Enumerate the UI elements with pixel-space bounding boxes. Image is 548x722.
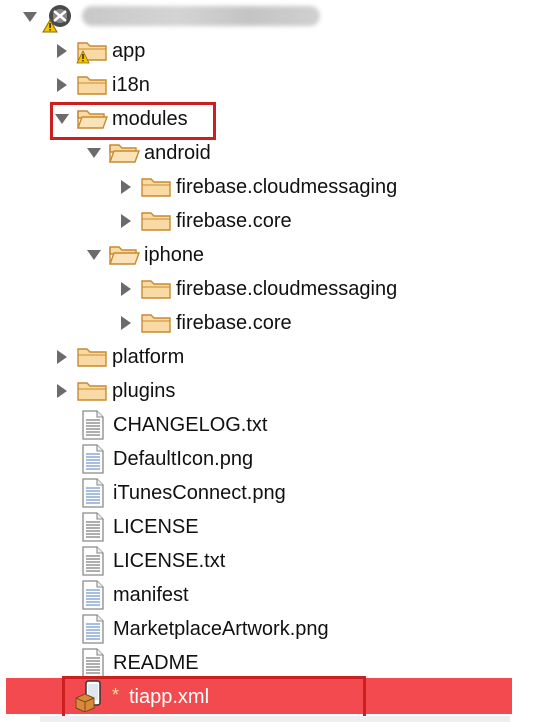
tree-item-label: iTunesConnect.png: [113, 482, 286, 504]
tree-row-iphone-cloudmessaging[interactable]: firebase.cloudmessaging: [0, 272, 548, 306]
tree-item-label: platform: [112, 346, 185, 368]
highlight-box-modules: [50, 102, 216, 140]
tree-row-iphone[interactable]: iphone: [0, 238, 548, 272]
tree-item-label: DefaultIcon.png: [113, 448, 254, 470]
chevron-down-icon[interactable]: [86, 247, 102, 263]
tree-row-marketplace[interactable]: MarketplaceArtwork.png: [0, 612, 548, 646]
tree-item-label: README: [113, 652, 199, 674]
tree-item-label: CHANGELOG.txt: [113, 414, 268, 436]
tree-item-label: app: [112, 40, 146, 62]
folder-icon: [140, 174, 171, 200]
image-file-icon: [80, 444, 106, 474]
project-explorer-tree: app i18n modules android firebase.cloudmessa…: [0, 0, 548, 722]
image-file-icon: [80, 580, 106, 610]
chevron-right-icon[interactable]: [54, 349, 70, 365]
tree-item-label: MarketplaceArtwork.png: [113, 618, 329, 640]
folder-icon: [140, 310, 171, 336]
tree-item-label: plugins: [112, 380, 176, 402]
tree-row-app[interactable]: app: [0, 34, 548, 68]
tree-row-license-txt[interactable]: LICENSE.txt: [0, 544, 548, 578]
tree-row-changelog[interactable]: CHANGELOG.txt: [0, 408, 548, 442]
text-file-icon: [80, 546, 106, 576]
tree-item-label: LICENSE.txt: [113, 550, 226, 572]
project-name-redacted: [82, 6, 320, 26]
tree-row-plugins[interactable]: plugins: [0, 374, 548, 408]
chevron-right-icon[interactable]: [118, 315, 134, 331]
chevron-right-icon[interactable]: [118, 281, 134, 297]
tree-row-iphone-core[interactable]: firebase.core: [0, 306, 548, 340]
tree-row-defaulticon[interactable]: DefaultIcon.png: [0, 442, 548, 476]
tree-item-label: firebase.cloudmessaging: [176, 176, 398, 198]
text-file-icon: [80, 512, 106, 542]
tree-item-label: firebase.cloudmessaging: [176, 278, 398, 300]
tree-row-android-core[interactable]: firebase.core: [0, 204, 548, 238]
tree-row-readme[interactable]: README: [0, 646, 548, 680]
next-row-partial: [40, 716, 510, 722]
folder-icon: [76, 378, 107, 404]
folder-icon: [140, 208, 171, 234]
chevron-right-icon[interactable]: [54, 43, 70, 59]
tree-row-itunesconnect[interactable]: iTunesConnect.png: [0, 476, 548, 510]
text-file-icon: [80, 410, 106, 440]
text-file-icon: [80, 648, 106, 678]
folder-icon: [76, 344, 107, 370]
tree-item-label: LICENSE: [113, 516, 199, 538]
chevron-right-icon[interactable]: [54, 77, 70, 93]
chevron-right-icon[interactable]: [54, 383, 70, 399]
image-file-icon: [80, 478, 106, 508]
chevron-down-icon[interactable]: [22, 9, 38, 25]
chevron-right-icon[interactable]: [118, 213, 134, 229]
folder-icon: [76, 72, 107, 98]
tree-item-label: firebase.core: [176, 210, 292, 232]
folder-open-icon: [108, 140, 140, 166]
image-file-icon: [80, 614, 106, 644]
tree-row-android[interactable]: android: [0, 136, 548, 170]
folder-icon: [76, 38, 107, 64]
tree-row-license[interactable]: LICENSE: [0, 510, 548, 544]
tree-row-platform[interactable]: platform: [0, 340, 548, 374]
tree-row-manifest[interactable]: manifest: [0, 578, 548, 612]
folder-open-icon: [108, 242, 140, 268]
project-warning-icon: [42, 2, 76, 34]
tree-item-label: manifest: [113, 584, 189, 606]
tree-item-label: i18n: [112, 74, 150, 96]
chevron-down-icon[interactable]: [86, 145, 102, 161]
tree-row-android-cloudmessaging[interactable]: firebase.cloudmessaging: [0, 170, 548, 204]
tree-item-label: iphone: [144, 244, 205, 266]
tree-row-i18n[interactable]: i18n: [0, 68, 548, 102]
chevron-right-icon[interactable]: [118, 179, 134, 195]
folder-icon: [140, 276, 171, 302]
tree-item-label: android: [144, 142, 211, 164]
tree-item-label: firebase.core: [176, 312, 292, 334]
tree-row-root[interactable]: [0, 0, 548, 34]
